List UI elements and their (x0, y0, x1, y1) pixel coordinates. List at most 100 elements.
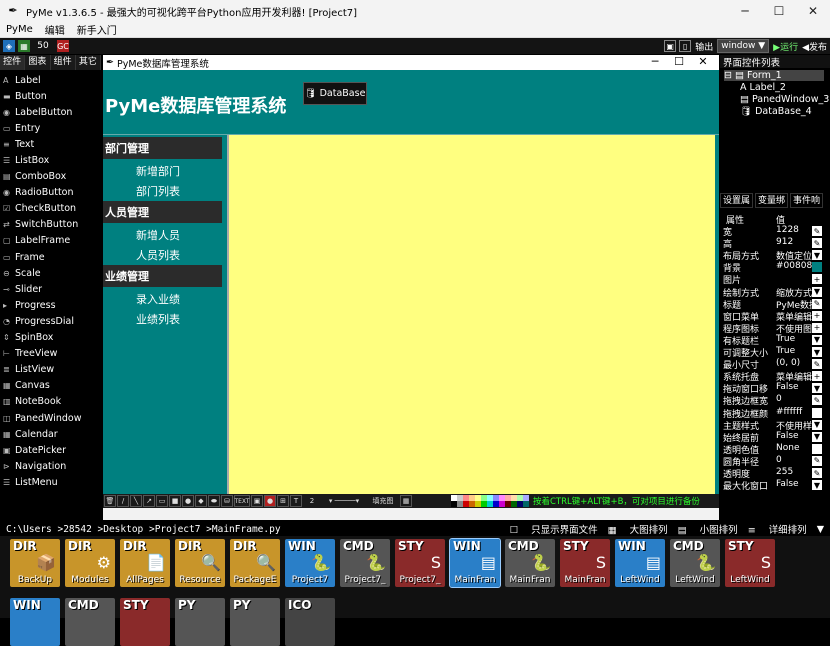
background-color-swatch[interactable] (812, 262, 822, 273)
text-align-icon[interactable]: T (290, 495, 302, 507)
property-row[interactable]: 背景 #008080 (720, 261, 830, 273)
property-row[interactable]: 始终居前 False ▼ (720, 431, 830, 443)
property-edit-button[interactable]: ▼ (812, 419, 822, 430)
property-value[interactable]: None (776, 443, 812, 453)
tab-others[interactable]: 其它 (76, 55, 101, 70)
palette-item-calendar[interactable]: ▦ Calendar (0, 426, 101, 442)
property-edit-button[interactable]: ✎ (812, 238, 822, 249)
close-button[interactable]: ✕ (796, 0, 830, 22)
menu-edit[interactable]: 编辑 (45, 22, 65, 37)
nav-section-personnel[interactable]: 人员管理 (103, 201, 222, 223)
property-edit-button[interactable] (812, 443, 822, 454)
zoom-value[interactable]: 50 (33, 40, 53, 52)
menu-pyme[interactable]: PyMe (6, 24, 33, 35)
property-value[interactable]: #ffffff (776, 407, 812, 417)
line-width-spinner[interactable]: 2 (303, 495, 321, 507)
property-row[interactable]: 透明度 255 ✎ (720, 467, 830, 479)
nav-item-add-person[interactable]: 新增人员 (136, 227, 180, 243)
palette-item-spinbox[interactable]: ⇕ SpinBox (0, 330, 101, 346)
property-row[interactable]: 标题 PyMe数据✎ (720, 298, 830, 310)
maximize-button[interactable]: ☐ (762, 0, 796, 22)
palette-item-datepicker[interactable]: ▣ DatePicker (0, 442, 101, 458)
filled-rect-icon[interactable]: ■ (169, 495, 181, 507)
palette-item-frame[interactable]: ▭ Frame (0, 249, 101, 265)
database-button[interactable]: 🛢 DataBase (303, 82, 367, 105)
side-navigation[interactable]: 部门管理 新增部门 部门列表 人员管理 新增人员 人员列表 业绩管理 录入业绩 … (103, 135, 225, 494)
property-value[interactable]: 不使用图 (776, 322, 812, 334)
tree-node-panedwindow[interactable]: ▤ PanedWindow_3 (740, 94, 829, 105)
palette-item-label[interactable]: A Label (0, 72, 101, 88)
file-icon-win[interactable]: WIN (10, 598, 60, 646)
property-value[interactable]: 255 (776, 467, 812, 477)
cylinder-icon[interactable]: ⛁ (221, 495, 233, 507)
property-edit-button[interactable]: ✎ (812, 226, 822, 236)
property-value[interactable]: False (776, 431, 812, 441)
palette-item-treeview[interactable]: ⊢ TreeView (0, 346, 101, 362)
circle-icon[interactable]: ● (182, 495, 194, 507)
property-value[interactable]: 0 (776, 455, 812, 465)
color-swatch[interactable] (523, 501, 529, 507)
palette-item-labelbutton[interactable]: ◉ LabelButton (0, 104, 101, 120)
nav-item-person-list[interactable]: 人员列表 (136, 247, 180, 263)
property-value[interactable]: False (776, 479, 812, 489)
tree-node-database[interactable]: 🛢 DataBase_4 (740, 106, 812, 117)
property-edit-button[interactable]: ▼ (812, 334, 822, 345)
palette-item-slider[interactable]: ⊸ Slider (0, 281, 101, 297)
palette-item-canvas[interactable]: ▦ Canvas (0, 378, 101, 394)
property-row[interactable]: 透明色值 None (720, 443, 830, 455)
file-icon-sty[interactable]: STY (120, 598, 170, 646)
property-edit-button[interactable]: + (812, 322, 822, 333)
property-edit-button[interactable]: ✎ (812, 455, 822, 466)
details-toggle[interactable]: ≡ 详细排列 (748, 522, 807, 536)
palette-item-labelframe[interactable]: ▢ LabelFrame (0, 233, 101, 249)
align-icon[interactable]: ⊞ (277, 495, 289, 507)
property-value[interactable]: 数值定位 (776, 249, 812, 261)
file-icon-win[interactable]: WIN ▤ MainFran (449, 538, 501, 588)
nav-item-department-list[interactable]: 部门列表 (136, 183, 180, 199)
tab-controls[interactable]: 控件 (0, 55, 26, 70)
tab-properties[interactable]: 设置属 (720, 193, 754, 208)
stop-icon[interactable]: ● (264, 495, 276, 507)
file-icon-dir[interactable]: DIR 🔍 PackageE (230, 539, 280, 587)
file-icon-win[interactable]: WIN 🐍 Project7 (285, 539, 335, 587)
property-edit-button[interactable]: ▼ (812, 431, 822, 442)
file-icon-dir[interactable]: DIR 📄 AllPages (120, 539, 170, 587)
palette-item-listmenu[interactable]: ☰ ListMenu (0, 474, 101, 490)
file-icon-py[interactable]: PY (175, 598, 225, 646)
property-edit-button[interactable]: ▼ (812, 480, 822, 491)
file-icon-win[interactable]: WIN ▤ LeftWind (615, 539, 665, 587)
property-edit-button[interactable]: ✎ (812, 298, 822, 309)
layout-icon[interactable]: ◈ (3, 40, 15, 52)
nav-section-department[interactable]: 部门管理 (103, 137, 222, 159)
property-row[interactable]: 宽 1228 ✎ (720, 225, 830, 237)
palette-item-progressdial[interactable]: ◔ ProgressDial (0, 313, 101, 329)
text-tool-button[interactable]: TEXT (234, 495, 250, 507)
tab-charts[interactable]: 图表 (25, 55, 51, 70)
property-edit-button[interactable]: ▼ (812, 250, 822, 261)
property-edit-button[interactable]: ▼ (812, 286, 822, 297)
form-canvas[interactable]: PyMe数据库管理系统 🛢 DataBase 部门管理 新增部门 部门列表 人员… (103, 70, 719, 494)
arrow-icon[interactable]: ↗ (143, 495, 155, 507)
tab-components[interactable]: 组件 (51, 55, 76, 70)
property-edit-button[interactable]: ✎ (812, 395, 822, 406)
tree-node-form[interactable]: ⊟ ▤ Form_1 (724, 70, 824, 81)
property-value[interactable]: 912 (776, 237, 812, 247)
file-icon-ico[interactable]: ICO (285, 598, 335, 646)
nav-item-record-performance[interactable]: 录入业绩 (136, 291, 180, 307)
palette-item-radiobutton[interactable]: ◉ RadioButton (0, 185, 101, 201)
small-icons-toggle[interactable]: ▤ 小图排列 (678, 522, 738, 536)
property-value[interactable]: 0 (776, 394, 812, 404)
property-row[interactable]: 高 912 ✎ (720, 237, 830, 249)
property-edit-button[interactable]: + (812, 371, 822, 382)
publish-button[interactable]: ◀发布 (802, 40, 827, 53)
property-row[interactable]: 布局方式 数值定位 ▼ (720, 249, 830, 261)
line-icon[interactable]: ╲ (130, 495, 142, 507)
large-icons-toggle[interactable]: ▦ 大图排列 (608, 522, 668, 536)
gc-icon[interactable]: GC (57, 40, 69, 52)
property-edit-button[interactable] (812, 407, 822, 418)
palette-item-combobox[interactable]: ▤ ComboBox (0, 169, 101, 185)
property-value[interactable]: (0, 0) (776, 358, 812, 368)
palette-item-listview[interactable]: ≣ ListView (0, 362, 101, 378)
palette-item-navigation[interactable]: ⊳ Navigation (0, 458, 101, 474)
palette-item-button[interactable]: ▬ Button (0, 88, 101, 104)
